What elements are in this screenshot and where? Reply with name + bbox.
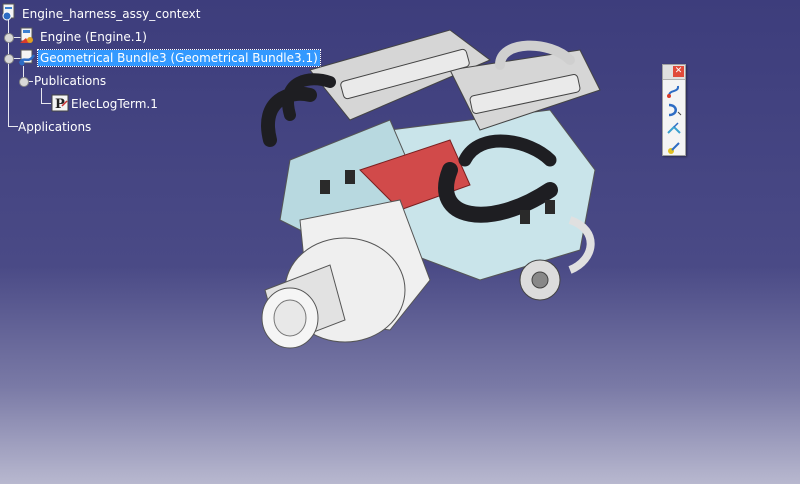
expand-toggle[interactable] <box>4 54 14 64</box>
bundle-route-icon[interactable] <box>666 83 682 99</box>
expand-toggle[interactable] <box>19 77 29 87</box>
tree-root-label[interactable]: Engine_harness_assy_context <box>22 6 201 22</box>
tree-connector <box>41 103 51 104</box>
3d-viewport[interactable]: Engine_harness_assy_context Engine (Engi… <box>0 0 800 484</box>
connector <box>545 200 555 214</box>
floating-toolbar[interactable]: ✕ <box>662 64 686 156</box>
bundle-curve-icon[interactable] <box>666 102 682 118</box>
part-icon[interactable] <box>18 27 36 45</box>
expand-toggle[interactable] <box>4 33 14 43</box>
product-icon[interactable] <box>1 3 19 21</box>
bundle-segment-icon[interactable] <box>666 140 682 156</box>
tree-connector <box>8 126 18 127</box>
output-shaft-bore <box>273 299 307 337</box>
bundle-branch-icon[interactable] <box>666 121 682 137</box>
pulley-hub <box>531 271 549 289</box>
engine-3d-model[interactable] <box>250 20 620 360</box>
tree-connector <box>41 88 42 104</box>
tree-item-applications[interactable]: Applications <box>18 119 91 135</box>
connector <box>520 210 530 224</box>
connector <box>320 180 330 194</box>
toolbar-title-bar[interactable]: ✕ <box>663 65 685 80</box>
tree-item-engine[interactable]: Engine (Engine.1) <box>40 29 147 45</box>
publication-icon[interactable]: P <box>51 94 69 112</box>
tree-item-eleclogterm[interactable]: ElecLogTerm.1 <box>71 96 158 112</box>
bundle-icon[interactable] <box>18 49 36 67</box>
connector <box>345 170 355 184</box>
close-icon[interactable]: ✕ <box>673 66 684 77</box>
tree-item-publications[interactable]: Publications <box>34 73 106 89</box>
